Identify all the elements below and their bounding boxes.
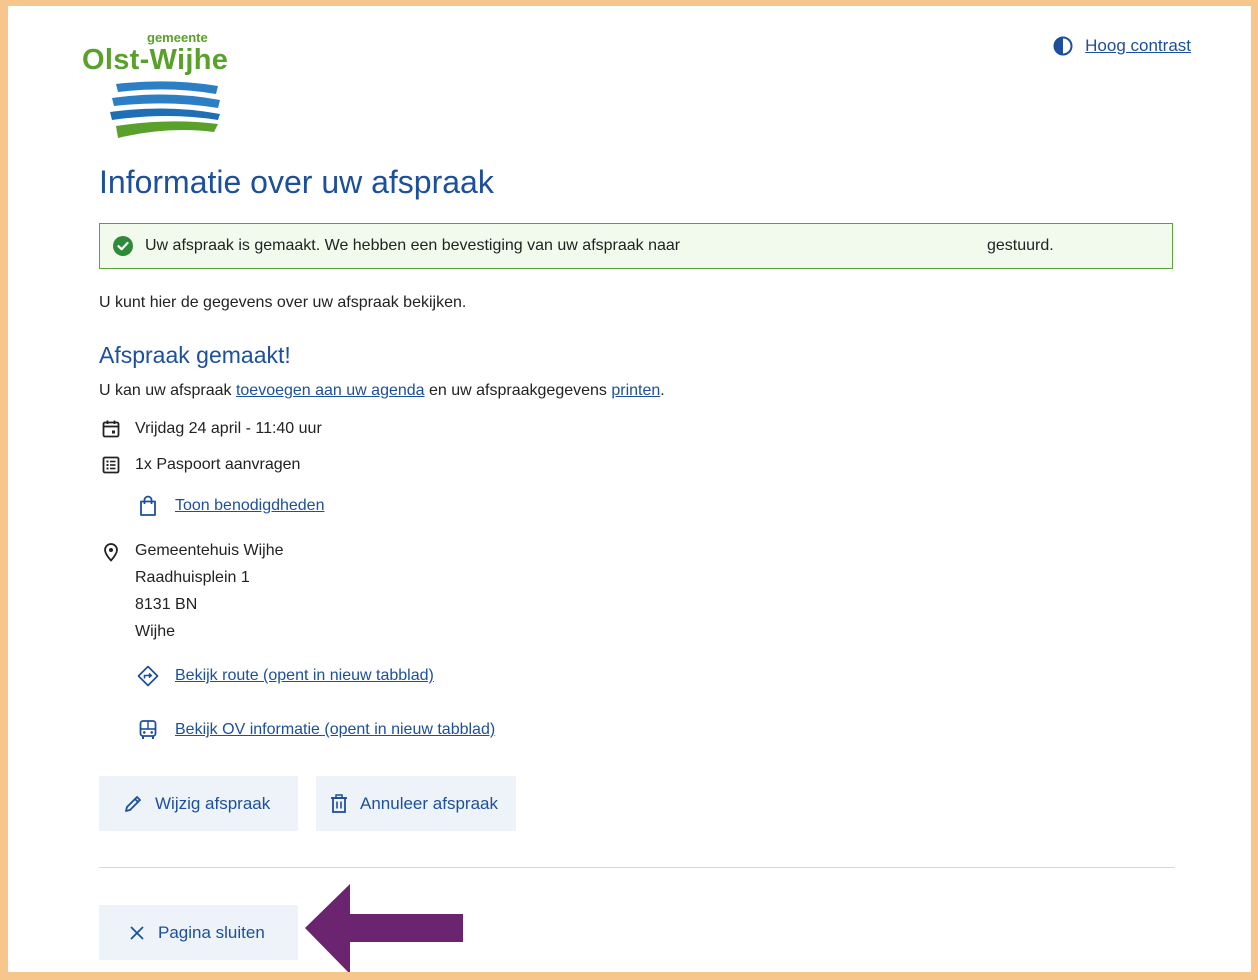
close-page-button[interactable]: Pagina sluiten [99, 905, 298, 960]
high-contrast-toggle[interactable]: Hoog contrast [1053, 36, 1191, 56]
trash-icon [331, 793, 347, 813]
location-pin-icon [101, 542, 121, 562]
location-address: Gemeentehuis Wijhe Raadhuisplein 1 8131 … [135, 541, 284, 649]
shopping-bag-icon [137, 495, 159, 517]
appointment-datetime: Vrijdag 24 april - 11:40 uur [135, 420, 322, 437]
logo-title: Olst-Wijhe [82, 44, 229, 76]
route-row[interactable]: Bekijk route (opent in nieuw tabblad) [137, 665, 434, 687]
close-icon [130, 925, 144, 940]
add-to-agenda-link[interactable]: toevoegen aan uw agenda [236, 382, 425, 399]
location-street: Raadhuisplein 1 [135, 569, 250, 586]
calendar-icon [101, 419, 121, 439]
cancel-appointment-label: Annuleer afspraak [360, 793, 498, 813]
add-line-after: . [660, 382, 665, 399]
high-contrast-link[interactable]: Hoog contrast [1085, 36, 1191, 56]
pencil-icon [125, 795, 141, 812]
section-title: Afspraak gemaakt! [99, 342, 291, 368]
edit-appointment-label: Wijzig afspraak [155, 793, 271, 813]
appointment-product-row: 1x Paspoort aanvragen [101, 455, 300, 475]
requirements-link[interactable]: Toon benodigdheden [175, 497, 324, 515]
location-name: Gemeentehuis Wijhe [135, 542, 284, 559]
divider [99, 867, 1175, 868]
location-postcode: 8131 BN [135, 596, 198, 613]
add-line-before: U kan uw afspraak [99, 382, 236, 399]
ov-row[interactable]: Bekijk OV informatie (opent in nieuw tab… [137, 719, 495, 741]
page-title: Informatie over uw afspraak [99, 164, 494, 200]
list-icon [101, 455, 121, 475]
route-icon [137, 665, 159, 687]
ov-link[interactable]: Bekijk OV informatie (opent in nieuw tab… [175, 721, 495, 739]
success-alert: Uw afspraak is gemaakt. We hebben een be… [99, 223, 1173, 269]
add-line-middle: en uw afspraakgegevens [424, 382, 612, 399]
cancel-appointment-button[interactable]: Annuleer afspraak [316, 776, 516, 831]
appointment-datetime-row: Vrijdag 24 april - 11:40 uur [101, 419, 322, 439]
location-block: Gemeentehuis Wijhe Raadhuisplein 1 8131 … [101, 541, 284, 649]
requirements-row[interactable]: Toon benodigdheden [137, 495, 324, 517]
close-page-label: Pagina sluiten [158, 922, 265, 942]
intro-text: U kunt hier de gegevens over uw afspraak… [99, 294, 467, 311]
alert-message: Uw afspraak is gemaakt. We hebben een be… [145, 237, 681, 254]
page: gemeente Olst-Wijhe Hoog contrast Inform… [8, 6, 1251, 972]
location-city: Wijhe [135, 623, 176, 640]
logo-subtitle: gemeente [147, 30, 208, 45]
municipality-logo[interactable]: gemeente Olst-Wijhe [82, 28, 262, 138]
route-link[interactable]: Bekijk route (opent in nieuw tabblad) [175, 667, 434, 685]
edit-appointment-button[interactable]: Wijzig afspraak [99, 776, 298, 831]
alert-suffix: gestuurd. [987, 237, 1054, 254]
bus-icon [137, 719, 159, 741]
logo-waves-icon [110, 81, 220, 138]
check-circle-icon [113, 236, 133, 256]
contrast-icon [1053, 36, 1073, 56]
print-link[interactable]: printen [611, 382, 660, 399]
annotation-arrow-icon [305, 884, 463, 972]
add-to-agenda-line: U kan uw afspraak toevoegen aan uw agend… [99, 382, 665, 400]
appointment-product: 1x Paspoort aanvragen [135, 456, 301, 473]
